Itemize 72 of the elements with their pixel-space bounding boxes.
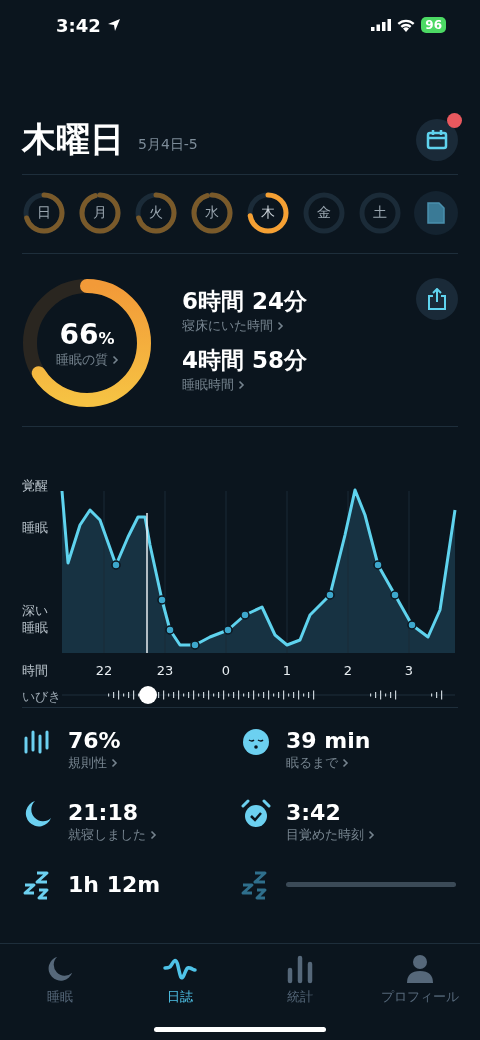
metric-link[interactable]: 寝床にいた時間	[182, 317, 273, 335]
date-range: 5月4日-5	[138, 136, 198, 154]
snore-playhead[interactable]	[139, 686, 157, 704]
calendar-button[interactable]	[416, 119, 458, 161]
axis-label: 深い睡眠	[22, 603, 48, 635]
stat-link[interactable]: 就寝しました	[68, 826, 146, 844]
stat-value: 76%	[68, 728, 121, 754]
chevron-icon	[150, 830, 157, 840]
stat-link[interactable]: 眠るまで	[286, 754, 338, 772]
chevron-icon	[277, 321, 284, 331]
share-button[interactable]	[416, 278, 458, 320]
stat-value: 21:18	[68, 800, 140, 826]
data-point	[165, 625, 175, 635]
axis-label: 3	[404, 663, 414, 678]
report-button[interactable]	[414, 191, 458, 235]
metric-value: 4時間 58分	[182, 346, 309, 375]
data-point	[111, 560, 121, 570]
data-point	[390, 590, 400, 600]
metric-link[interactable]: 睡眠時間	[182, 376, 234, 394]
calendar-icon	[426, 129, 448, 151]
stat-link[interactable]: 目覚めた時刻	[286, 826, 364, 844]
tab[interactable]: 睡眠	[0, 944, 120, 1040]
day-tab[interactable]: 水	[190, 191, 234, 235]
chevron-icon	[111, 354, 119, 365]
axis-label: 覚醒	[22, 478, 48, 493]
data-point	[325, 590, 335, 600]
chevron-icon	[111, 758, 118, 768]
day-title: 木曜日	[22, 118, 124, 161]
stat-value: 1h 12m	[68, 872, 161, 898]
data-point	[373, 560, 383, 570]
day-tab[interactable]: 土	[358, 191, 402, 235]
tab[interactable]: プロフィール	[360, 944, 480, 1040]
alarm-clock-icon	[240, 798, 272, 830]
document-icon	[426, 201, 446, 225]
data-point	[190, 640, 200, 650]
bar-chart-icon	[285, 954, 315, 984]
battery-level: 96	[421, 17, 446, 33]
axis-label: 22	[95, 663, 113, 678]
data-point	[407, 620, 417, 630]
axis-label: 0	[221, 663, 231, 678]
data-point	[157, 595, 167, 605]
axis-title: 時間	[22, 663, 48, 678]
quality-value: 66%	[59, 317, 115, 351]
snore-label: いびき	[22, 689, 61, 704]
day-tab[interactable]: 木	[246, 191, 290, 235]
tab[interactable]: 日誌	[120, 944, 240, 1040]
day-tab[interactable]: 月	[78, 191, 122, 235]
chevron-icon	[238, 380, 245, 390]
axis-label: 1	[282, 663, 292, 678]
stat-value: 3:42	[286, 800, 342, 826]
chevron-icon	[368, 830, 375, 840]
day-tab[interactable]: 日	[22, 191, 66, 235]
location-arrow-icon	[106, 18, 121, 32]
tab[interactable]: 統計	[240, 944, 360, 1040]
axis-label: 睡眠	[22, 520, 48, 535]
day-tab[interactable]: 金	[302, 191, 346, 235]
sleeping-face-icon	[240, 726, 272, 758]
chevron-icon	[342, 758, 349, 768]
stat-link[interactable]: 規則性	[68, 754, 107, 772]
data-point	[240, 610, 250, 620]
day-tab[interactable]: 火	[134, 191, 178, 235]
metric-value: 6時間 24分	[182, 287, 309, 316]
wifi-icon	[397, 18, 416, 32]
signal-icon	[371, 19, 392, 31]
clock-time: 3:42	[56, 14, 101, 36]
data-point	[223, 625, 233, 635]
person-icon	[405, 954, 435, 984]
axis-label: 23	[156, 663, 174, 678]
axis-label: 2	[343, 663, 353, 678]
stat-value: 39 min	[286, 728, 371, 754]
quality-link[interactable]: 睡眠の質	[55, 350, 108, 369]
share-icon	[427, 288, 447, 310]
